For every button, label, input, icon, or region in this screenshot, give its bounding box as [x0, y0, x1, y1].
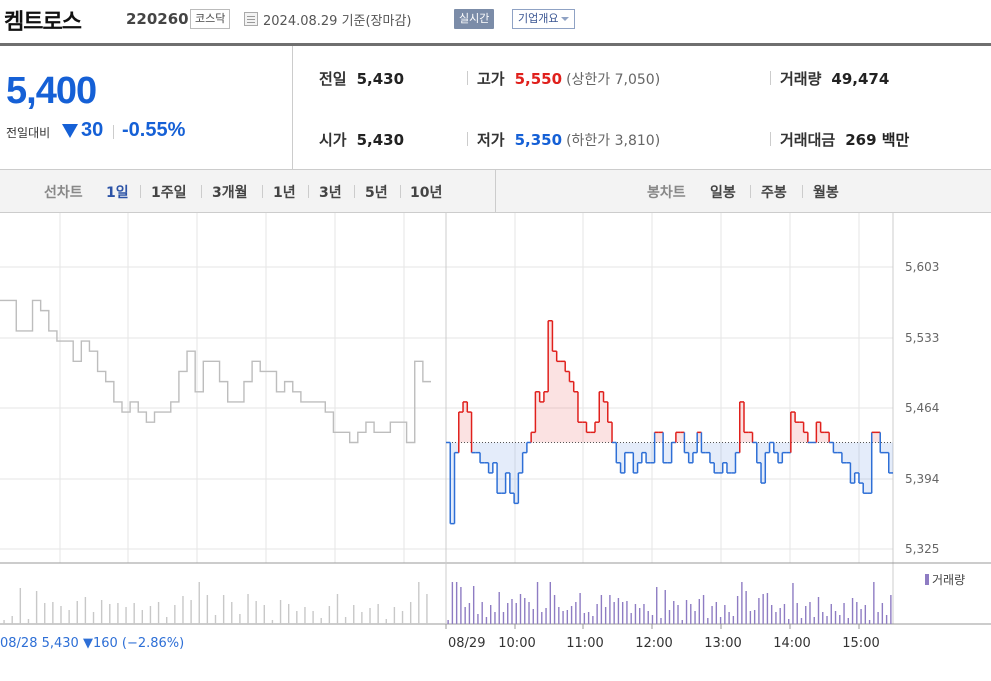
- volume-legend-swatch: [925, 574, 929, 585]
- quote-separator: [770, 132, 771, 146]
- lower-limit: (하한가 3,810): [566, 133, 661, 149]
- low-price: 저가 5,350 (하한가 3,810): [477, 129, 660, 150]
- prev-close: 전일 5,430: [319, 68, 404, 89]
- x-tick-label: 11:00: [566, 636, 603, 651]
- chevron-down-icon: [561, 17, 570, 21]
- x-tick-label: 10:00: [498, 636, 535, 651]
- tabs-divider: [495, 170, 496, 213]
- prev-day-summary: 08/28 5,430 ▼160 (−2.86%): [0, 636, 184, 651]
- amount-value: 269 백만: [845, 131, 910, 149]
- down-arrow-icon: [62, 124, 78, 138]
- low-label: 저가: [477, 131, 505, 149]
- stock-header: 켐트로스 220260 코스닥 2024.08.29 기준(장마감) 실시간 기…: [0, 0, 991, 44]
- change-label: 전일대비: [6, 126, 51, 140]
- y-tick-label: 5,394: [905, 472, 939, 486]
- tab-separator: [262, 185, 263, 198]
- upper-limit: (상한가 7,050): [566, 72, 661, 88]
- tab-separator: [802, 185, 803, 198]
- tab-separator: [140, 185, 141, 198]
- low-value: 5,350: [514, 131, 563, 149]
- quote-panel: 5,400 전일대비 30 -0.55% 전일 5,430 시가 5,430 고가 5…: [0, 46, 991, 170]
- base-date: 2024.08.29 기준(장마감): [263, 14, 412, 29]
- market-badge: 코스닥: [190, 9, 231, 29]
- current-price-box: 5,400 전일대비 30 -0.55%: [0, 46, 293, 170]
- y-tick-label: 5,533: [905, 331, 939, 345]
- tab-monthly-candle[interactable]: 월봉: [813, 182, 839, 202]
- open-label: 시가: [319, 131, 347, 149]
- x-tick-label: 12:00: [635, 636, 672, 651]
- change-value: 30: [81, 119, 104, 141]
- quote-separator: [467, 132, 468, 146]
- tab-separator: [400, 185, 401, 198]
- tab-separator: [308, 185, 309, 198]
- stock-name: 켐트로스: [4, 10, 82, 35]
- tab-5year[interactable]: 5년: [365, 182, 388, 202]
- x-tick-label: 14:00: [773, 636, 810, 651]
- prev-day-line: [0, 299, 431, 444]
- tab-1year[interactable]: 1년: [273, 182, 296, 202]
- tab-3year[interactable]: 3년: [319, 182, 342, 202]
- candle-chart-label: 봉차트: [647, 185, 686, 201]
- x-tick-label: 08/29: [448, 636, 485, 651]
- intraday-price-chart: 5,603 5,533 5,464 5,394 5,325 거래량 08/29 10:00 11…: [0, 213, 991, 651]
- volume: 거래량 49,474: [780, 68, 889, 89]
- volume-legend-label: 거래량: [932, 573, 965, 587]
- tab-weekly-candle[interactable]: 주봉: [761, 182, 787, 202]
- y-tick-label: 5,464: [905, 401, 939, 415]
- quote-separator: [770, 71, 771, 85]
- volume-label: 거래량: [780, 70, 822, 88]
- open-price: 시가 5,430: [319, 129, 404, 150]
- down-area-fill: [446, 442, 893, 524]
- volume-value: 49,474: [831, 70, 890, 88]
- amount-label: 거래대금: [780, 131, 836, 149]
- x-tick-label: 13:00: [704, 636, 741, 651]
- change-separator: [113, 125, 114, 139]
- line-chart-label: 선차트: [44, 185, 83, 201]
- open-value: 5,430: [356, 131, 405, 149]
- quote-separator: [467, 71, 468, 85]
- high-price: 고가 5,550 (상한가 7,050): [477, 68, 660, 89]
- calendar-icon: [244, 12, 258, 26]
- change-percent: -0.55%: [122, 119, 186, 141]
- trade-amount: 거래대금 269 백만: [780, 129, 909, 150]
- tab-daily-candle[interactable]: 일봉: [710, 182, 736, 202]
- tab-separator: [201, 185, 202, 198]
- realtime-button[interactable]: 실시간: [454, 9, 495, 29]
- current-price: 5,400: [6, 70, 97, 112]
- company-overview-button[interactable]: 기업개요: [512, 9, 576, 29]
- tab-1day[interactable]: 1일: [106, 182, 129, 202]
- stock-code: 220260: [126, 10, 189, 28]
- up-area-fill: [446, 320, 893, 443]
- chart-period-tabs: 선차트 1일 1주일 3개월 1년 3년 5년 10년 봉차트 일봉 주봉 월봉: [0, 170, 991, 213]
- tab-separator: [354, 185, 355, 198]
- tab-separator: [750, 185, 751, 198]
- tab-10year[interactable]: 10년: [410, 182, 442, 202]
- prev-close-value: 5,430: [356, 70, 405, 88]
- high-value: 5,550: [514, 70, 563, 88]
- tab-3month[interactable]: 3개월: [212, 182, 248, 202]
- x-tick-label: 15:00: [842, 636, 879, 651]
- prev-close-label: 전일: [319, 70, 347, 88]
- company-overview-label: 기업개요: [518, 12, 559, 25]
- y-tick-label: 5,603: [905, 260, 939, 274]
- y-tick-label: 5,325: [905, 542, 939, 556]
- tab-1week[interactable]: 1주일: [151, 182, 187, 202]
- high-label: 고가: [477, 70, 505, 88]
